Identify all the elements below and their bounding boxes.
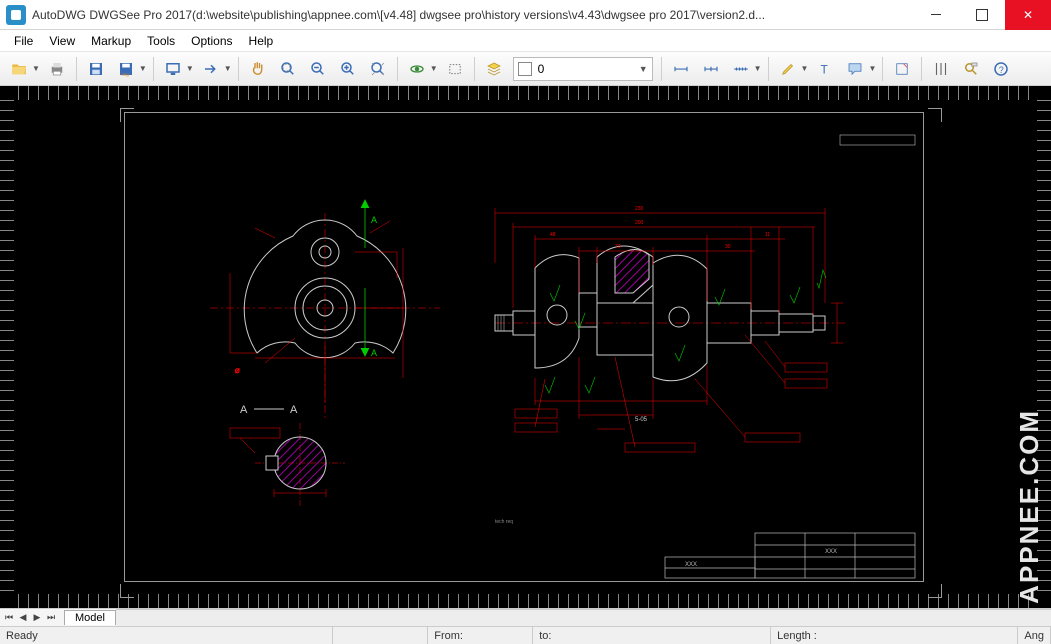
- menu-file[interactable]: File: [6, 32, 41, 50]
- tab-nav-prev[interactable]: ◀: [16, 612, 30, 623]
- frame-corner: [928, 584, 942, 598]
- arrow-dropdown-icon[interactable]: ▼: [224, 64, 232, 73]
- zoom-window-button[interactable]: [274, 55, 302, 83]
- orbit-button[interactable]: [403, 55, 431, 83]
- ruler-top: [18, 86, 1033, 100]
- drawing-viewport[interactable]: XXX XXX: [14, 100, 1037, 594]
- status-ready: Ready: [0, 627, 333, 644]
- tab-strip: ⏮ ◀ ▶ ⏭ Model: [0, 608, 1051, 626]
- monitor-dropdown-icon[interactable]: ▼: [186, 64, 194, 73]
- svg-text:Ø: Ø: [235, 369, 240, 375]
- svg-text:A: A: [240, 404, 248, 416]
- svg-text:?: ?: [999, 64, 1004, 74]
- menu-view[interactable]: View: [41, 32, 83, 50]
- grid-button[interactable]: [927, 55, 955, 83]
- svg-text:30: 30: [725, 244, 731, 250]
- minimize-button[interactable]: [913, 0, 959, 30]
- export-button[interactable]: img: [112, 55, 140, 83]
- status-from: From:: [428, 627, 533, 644]
- svg-text:230: 230: [635, 206, 644, 212]
- tab-nav-first[interactable]: ⏮: [2, 612, 16, 623]
- drawing-frame: XXX XXX: [124, 112, 924, 582]
- measure-dropdown-icon[interactable]: ▼: [754, 64, 762, 73]
- maximize-button[interactable]: [959, 0, 1005, 30]
- svg-text:200: 200: [635, 220, 644, 226]
- arrow-button[interactable]: [197, 55, 225, 83]
- zoom-extents-button[interactable]: [364, 55, 392, 83]
- status-ang: Ang: [1018, 627, 1051, 644]
- tab-nav-last[interactable]: ⏭: [44, 612, 58, 623]
- measure-cumulative-button[interactable]: [697, 55, 725, 83]
- print-button[interactable]: [43, 55, 71, 83]
- svg-text:tech req: tech req: [495, 519, 513, 525]
- ruler-left: [0, 100, 14, 594]
- stamp-button[interactable]: [888, 55, 916, 83]
- titlebar: AutoDWG DWGSee Pro 2017(d:\website\publi…: [0, 0, 1051, 30]
- frame-corner: [928, 108, 942, 122]
- close-button[interactable]: [1005, 0, 1051, 30]
- measure-chain-button[interactable]: [727, 55, 755, 83]
- ruler-bottom: [18, 594, 1033, 608]
- region-button[interactable]: [441, 55, 469, 83]
- markup-pen-button[interactable]: [774, 55, 802, 83]
- pen-dropdown-icon[interactable]: ▼: [801, 64, 809, 73]
- pan-button[interactable]: [244, 55, 272, 83]
- menu-help[interactable]: Help: [241, 32, 282, 50]
- open-button[interactable]: [5, 55, 33, 83]
- comment-dropdown-icon[interactable]: ▼: [868, 64, 876, 73]
- status-blank: [333, 627, 429, 644]
- text-button[interactable]: T: [811, 55, 839, 83]
- help-button[interactable]: ?: [987, 55, 1015, 83]
- svg-text:70: 70: [615, 244, 621, 250]
- zoom-in-button[interactable]: [334, 55, 362, 83]
- export-dropdown-icon[interactable]: ▼: [139, 64, 147, 73]
- svg-text:11: 11: [765, 232, 770, 238]
- menu-markup[interactable]: Markup: [83, 32, 139, 50]
- svg-text:T: T: [821, 62, 829, 76]
- layer-value: 0: [538, 62, 545, 76]
- save-button[interactable]: [82, 55, 110, 83]
- monitor-button[interactable]: [159, 55, 187, 83]
- menu-options[interactable]: Options: [183, 32, 240, 50]
- orbit-dropdown-icon[interactable]: ▼: [430, 64, 438, 73]
- open-dropdown-icon[interactable]: ▼: [32, 64, 40, 73]
- layers-button[interactable]: [480, 55, 508, 83]
- frame-corner: [120, 584, 134, 598]
- svg-text:A: A: [371, 348, 377, 358]
- svg-text:A: A: [371, 215, 377, 225]
- find-button[interactable]: [957, 55, 985, 83]
- watermark: APPNEE.COM: [1014, 409, 1045, 604]
- tab-strip-spacer: [116, 609, 1051, 626]
- layer-combo[interactable]: 0 ▼: [513, 57, 653, 81]
- comment-button[interactable]: [841, 55, 869, 83]
- chevron-down-icon: ▼: [639, 64, 648, 74]
- menu-tools[interactable]: Tools: [139, 32, 183, 50]
- svg-text:5-05: 5-05: [635, 417, 648, 423]
- status-to: to:: [533, 627, 771, 644]
- canvas-area[interactable]: XXX XXX: [0, 86, 1051, 608]
- measure-distance-button[interactable]: [667, 55, 695, 83]
- menubar: File View Markup Tools Options Help: [0, 30, 1051, 52]
- svg-text:XXX: XXX: [825, 549, 837, 555]
- statusbar: Ready From: to: Length : Ang: [0, 626, 1051, 644]
- zoom-out-button[interactable]: [304, 55, 332, 83]
- svg-text:48: 48: [550, 232, 556, 238]
- layer-color-swatch: [518, 62, 532, 76]
- cad-drawing: XXX XXX: [125, 113, 925, 583]
- toolbar: ▼ img ▼ ▼ ▼ ▼ 0 ▼ ▼ ▼ T ▼ ?: [0, 52, 1051, 86]
- tab-nav-next[interactable]: ▶: [30, 612, 44, 623]
- tab-model[interactable]: Model: [64, 610, 116, 625]
- status-length: Length :: [771, 627, 1018, 644]
- window-title: AutoDWG DWGSee Pro 2017(d:\website\publi…: [32, 8, 913, 22]
- svg-text:XXX: XXX: [685, 562, 697, 568]
- svg-text:A: A: [290, 404, 298, 416]
- svg-text:img: img: [121, 71, 129, 76]
- app-icon: [6, 5, 26, 25]
